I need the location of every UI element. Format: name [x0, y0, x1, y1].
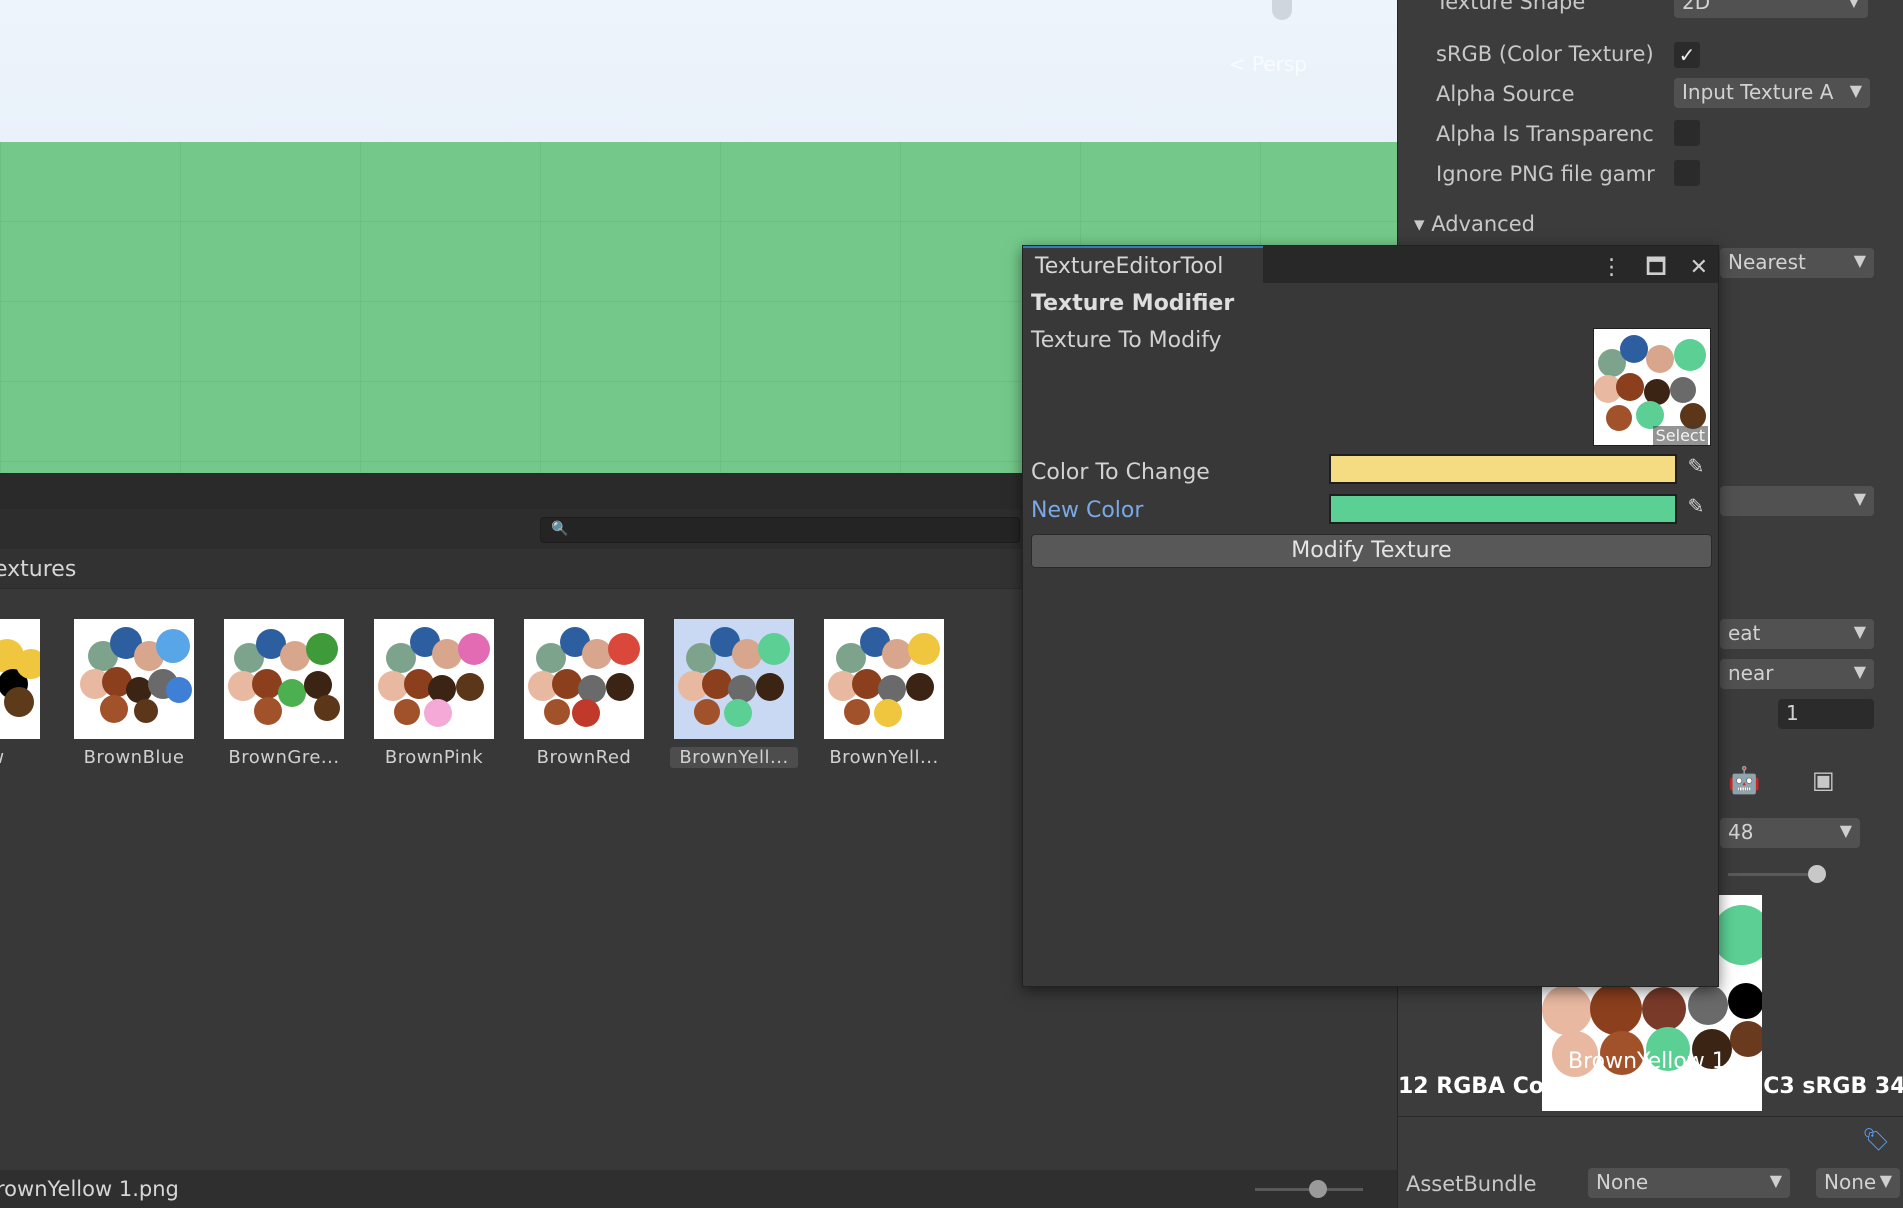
texture-object-field[interactable]: Select [1593, 328, 1711, 446]
asset-item[interactable]: BrownGre... [220, 619, 348, 768]
project-status-bar: rownYellow 1.png [0, 1170, 1397, 1208]
preview-texture-name: BrownYellow 1 [1568, 1049, 1726, 1074]
chevron-down-icon: ▼ [1769, 1171, 1782, 1190]
texture-thumbnail [374, 619, 494, 739]
search-input[interactable]: 🔍 [540, 517, 1020, 543]
filter-mode-dropdown[interactable]: Nearest ▼ [1720, 248, 1874, 278]
chevron-down-icon: ▼ [1853, 251, 1866, 270]
texture-thumbnail [524, 619, 644, 739]
chevron-down-icon: ▼ [1839, 821, 1852, 840]
asset-item[interactable]: BrownYell... [820, 619, 948, 768]
ignore-png-gamma-label: Ignore PNG file gamr [1436, 162, 1655, 186]
breadcrumb-folder[interactable]: extures [0, 557, 76, 582]
asset-item[interactable]: BrownBlue [70, 619, 198, 768]
thumbnail-size-slider-handle[interactable] [1309, 1180, 1327, 1198]
assetbundle-name-dropdown[interactable]: None ▼ [1588, 1168, 1790, 1198]
scene-orientation-gizmo[interactable] [1272, 0, 1292, 20]
eyedropper-icon[interactable]: ✎ [1681, 454, 1711, 484]
texture-editor-tool-window: TextureEditorTool ⋮ 🗖 ✕ Texture Modifier… [1022, 245, 1719, 987]
asset-label: BrownRed [536, 747, 632, 768]
texture-to-modify-label: Texture To Modify [1031, 328, 1222, 353]
asset-label: BrownYell... [829, 747, 939, 768]
filter-mode-2-dropdown[interactable]: near ▼ [1720, 659, 1874, 689]
new-color-field[interactable] [1329, 494, 1677, 524]
more-options-icon[interactable]: ⋮ [1601, 255, 1623, 280]
persp-label[interactable]: < Persp [1229, 52, 1307, 76]
asset-label: BrownPink [384, 747, 484, 768]
eyedropper-icon[interactable]: ✎ [1681, 494, 1711, 524]
new-color-label: New Color [1031, 498, 1144, 523]
select-texture-button[interactable]: Select [1652, 426, 1708, 445]
texture-thumbnail [224, 619, 344, 739]
asset-label: BrownBlue [83, 747, 185, 768]
alpha-transparency-checkbox[interactable] [1674, 120, 1700, 146]
modify-texture-button[interactable]: Modify Texture [1031, 534, 1712, 568]
advanced-foldout[interactable]: ▾ Advanced [1414, 212, 1535, 236]
preview-texture-info: 12 RGBA Compressed DXT5|BC3 sRGB 34 [1398, 1074, 1903, 1099]
preview-mip-slider-handle[interactable] [1808, 865, 1826, 883]
asset-item[interactable]: BrownPink [370, 619, 498, 768]
chevron-down-icon: ▼ [1853, 489, 1866, 508]
texture-thumbnail [0, 619, 40, 739]
texture-thumbnail [824, 619, 944, 739]
wrap-mode-dropdown[interactable]: eat ▼ [1720, 619, 1874, 649]
asset-label: BrownGre... [228, 747, 340, 768]
texture-thumbnail [74, 619, 194, 739]
search-icon: 🔍 [551, 521, 569, 537]
asset-label: ellow [0, 747, 44, 768]
ignore-png-gamma-checkbox[interactable] [1674, 160, 1700, 186]
color-to-change-field[interactable] [1329, 454, 1677, 484]
texture-shape-label: Texture Shape [1436, 0, 1586, 14]
asset-label: BrownYell... [670, 747, 798, 768]
max-size-dropdown[interactable]: 48 ▼ [1720, 818, 1860, 848]
texture-thumbnail [674, 619, 794, 739]
divider [1398, 1116, 1903, 1117]
texture-shape-dropdown[interactable]: 2D ▼ [1674, 0, 1868, 18]
asset-item[interactable]: BrownRed [520, 619, 648, 768]
chevron-down-icon: ▼ [1849, 81, 1862, 100]
chevron-down-icon: ▼ [1853, 622, 1866, 641]
chevron-down-icon: ▼ [1879, 1171, 1892, 1190]
maximize-icon[interactable]: 🗖 [1646, 255, 1667, 280]
alpha-source-label: Alpha Source [1436, 82, 1575, 106]
assetbundle-variant-dropdown[interactable]: None ▼ [1816, 1168, 1900, 1198]
alpha-source-dropdown[interactable]: Input Texture A ▼ [1674, 78, 1870, 108]
preview-mip-slider[interactable] [1728, 873, 1820, 876]
webgl-platform-icon[interactable]: ▣ [1812, 766, 1835, 794]
assetbundle-label: AssetBundle [1406, 1172, 1537, 1196]
srgb-checkbox[interactable]: ✓ [1674, 42, 1700, 68]
asset-item-selected[interactable]: BrownYell... [670, 619, 798, 768]
android-platform-icon[interactable]: 🤖 [1728, 766, 1760, 796]
chevron-down-icon: ▼ [1853, 662, 1866, 681]
color-to-change-label: Color To Change [1031, 460, 1210, 485]
alpha-transparency-label: Alpha Is Transparenc [1436, 122, 1654, 146]
chevron-down-icon: ▼ [1847, 0, 1860, 10]
window-tab-strip: TextureEditorTool ⋮ 🗖 ✕ [1023, 246, 1718, 283]
close-icon[interactable]: ✕ [1690, 255, 1708, 280]
selected-file-path: rownYellow 1.png [0, 1177, 179, 1201]
texture-modifier-heading: Texture Modifier [1031, 291, 1235, 316]
aniso-level-field[interactable]: 1 [1778, 699, 1874, 729]
asset-item[interactable]: ellow [0, 619, 44, 768]
advanced-dropdown[interactable]: ▼ [1720, 486, 1874, 516]
label-tag-icon[interactable]: 🏷 [1862, 1128, 1890, 1153]
srgb-label: sRGB (Color Texture) [1436, 42, 1654, 66]
tab-texture-editor-tool[interactable]: TextureEditorTool [1023, 246, 1263, 283]
advanced-label: Advanced [1431, 212, 1535, 236]
